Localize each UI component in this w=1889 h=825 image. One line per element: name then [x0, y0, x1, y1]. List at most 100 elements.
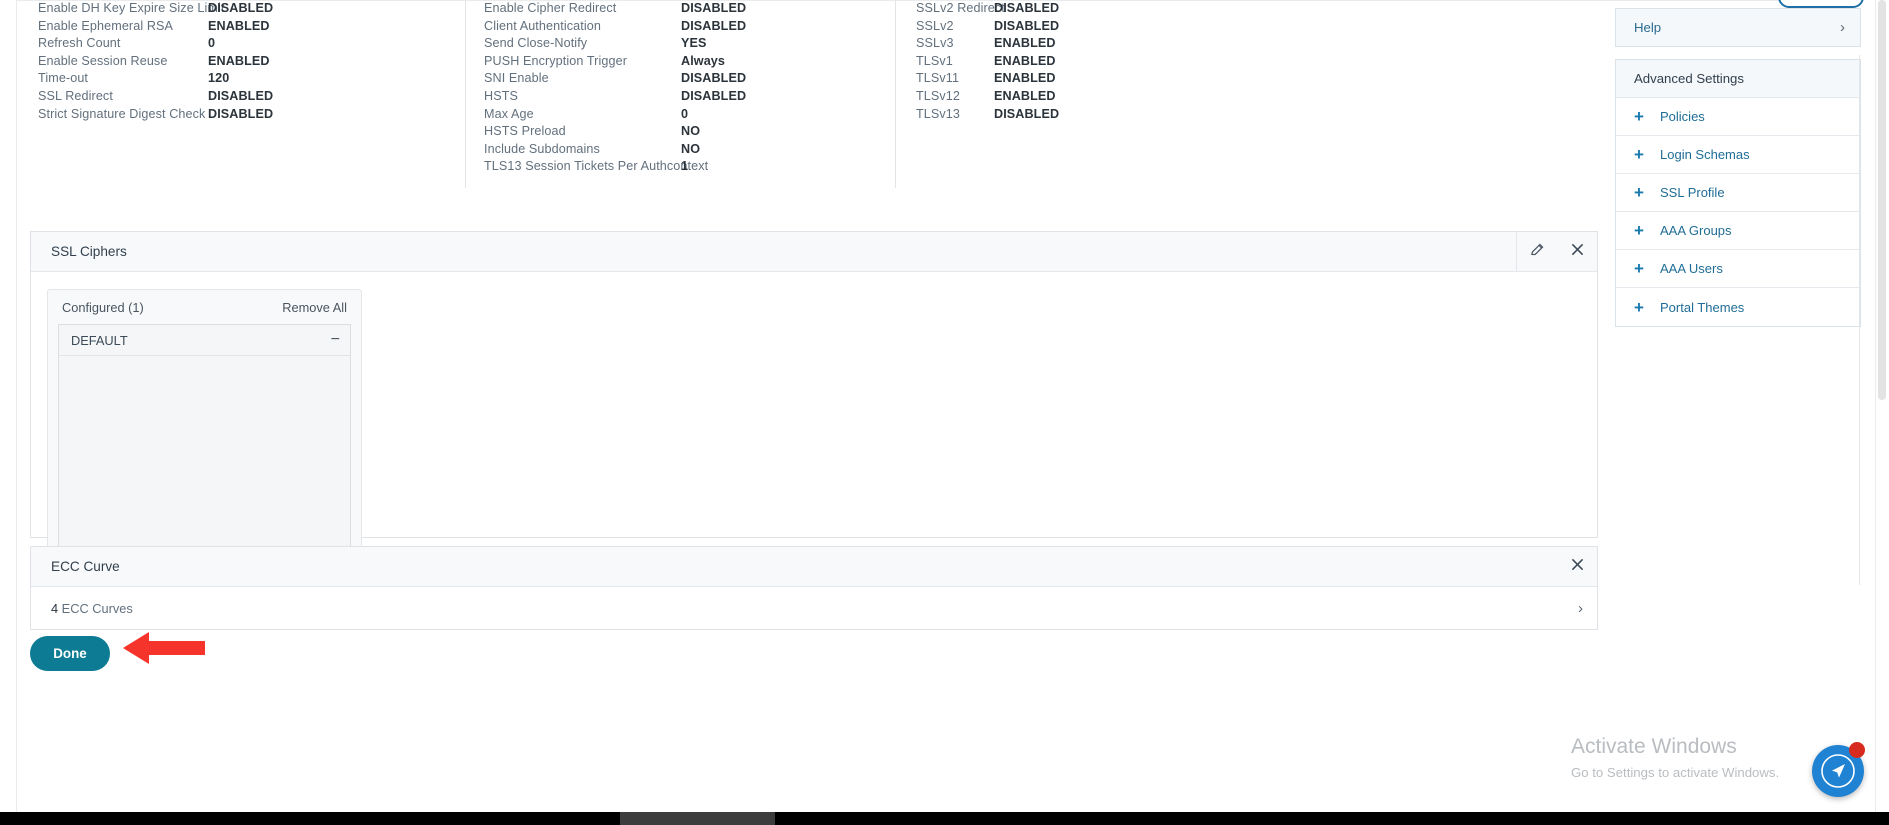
- setting-label: Enable DH Key Expire Size Limit: [38, 1, 225, 15]
- sidebar-item-aaa-users[interactable]: + AAA Users: [1616, 250, 1860, 288]
- activate-windows-watermark: Activate Windows Go to Settings to activ…: [1571, 735, 1821, 780]
- setting-label: TLSv1: [916, 53, 953, 68]
- chevron-right-icon: ›: [1840, 19, 1845, 36]
- setting-row: Send Close-Notify YES: [484, 35, 895, 53]
- sidebar-item-aaa-groups[interactable]: + AAA Groups: [1616, 212, 1860, 250]
- setting-label: Time-out: [38, 71, 89, 86]
- sidebar-item-policies[interactable]: + Policies: [1616, 98, 1860, 136]
- setting-value: ENABLED: [208, 18, 270, 33]
- setting-label: Include Subdomains: [484, 141, 600, 156]
- plus-icon: +: [1634, 183, 1644, 202]
- setting-value: ENABLED: [208, 53, 270, 68]
- right-sidebar: Help › Advanced Settings + Policies + Lo…: [1615, 8, 1861, 327]
- setting-label: SSLv2 Redirect: [916, 1, 1005, 15]
- sidebar-item-label: Login Schemas: [1660, 147, 1750, 162]
- setting-label: TLSv13: [916, 106, 961, 121]
- cipher-list-item[interactable]: DEFAULT −: [59, 325, 350, 356]
- inner-scroll-track[interactable]: [1859, 55, 1860, 585]
- setting-value: DISABLED: [994, 1, 1060, 15]
- ecc-curve-header: ECC Curve: [31, 547, 1597, 587]
- setting-label: TLSv12: [916, 88, 961, 103]
- setting-row: Client Authentication DISABLED: [484, 18, 895, 36]
- setting-row: SSLv2 Redirect DISABLED: [916, 0, 1326, 18]
- ssl-settings-summary: Enable DH Key Expire Size Limit DISABLED…: [18, 0, 1598, 188]
- configured-ciphers-list[interactable]: DEFAULT −: [58, 324, 351, 557]
- taskbar-segment: [620, 812, 775, 825]
- setting-label: Refresh Count: [38, 36, 121, 51]
- setting-row: TLSv13 DISABLED: [916, 106, 1326, 124]
- setting-row: TLSv11 ENABLED: [916, 70, 1326, 88]
- setting-row: Enable DH Key Expire Size Limit DISABLED: [38, 0, 465, 18]
- watermark-subtitle: Go to Settings to activate Windows.: [1571, 765, 1780, 780]
- edit-ssl-ciphers-button[interactable]: [1516, 232, 1557, 271]
- remove-cipher-icon[interactable]: −: [331, 332, 340, 348]
- red-arrow-annotation: [123, 632, 205, 664]
- setting-value: ENABLED: [994, 36, 1056, 51]
- plus-icon: +: [1634, 297, 1644, 317]
- setting-value: DISABLED: [994, 18, 1060, 33]
- chevron-right-icon: ›: [1578, 600, 1583, 617]
- configured-ciphers-header: Configured (1) Remove All: [58, 298, 351, 324]
- setting-row: TLSv12 ENABLED: [916, 88, 1326, 106]
- setting-row: SSLv3 ENABLED: [916, 35, 1326, 53]
- ecc-curve-count-suffix: ECC Curves: [58, 601, 133, 616]
- setting-row: SNI Enable DISABLED: [484, 70, 895, 88]
- pencil-icon: [1530, 242, 1545, 262]
- setting-label: SSL Redirect: [38, 88, 113, 103]
- setting-value: NO: [681, 124, 701, 139]
- setting-row: Strict Signature Digest Check DISABLED: [38, 106, 465, 124]
- remove-all-link[interactable]: Remove All: [282, 300, 347, 315]
- ecc-curve-panel: ECC Curve 4 ECC Curves ›: [30, 546, 1598, 630]
- sidebar-item-label: AAA Users: [1660, 261, 1723, 276]
- setting-value: DISABLED: [681, 1, 747, 15]
- page-scrollbar[interactable]: [1875, 0, 1889, 812]
- setting-label: TLS13 Session Tickets Per Authcontext: [484, 159, 709, 174]
- setting-value: DISABLED: [208, 88, 274, 103]
- sidebar-item-login-schemas[interactable]: + Login Schemas: [1616, 136, 1860, 174]
- plus-icon: +: [1634, 221, 1644, 240]
- plus-icon: +: [1634, 107, 1644, 126]
- help-card[interactable]: Help ›: [1615, 8, 1861, 47]
- close-ssl-ciphers-button[interactable]: [1557, 232, 1597, 271]
- close-icon: [1571, 558, 1584, 576]
- setting-label: Send Close-Notify: [484, 36, 588, 51]
- sidebar-item-ssl-profile[interactable]: + SSL Profile: [1616, 174, 1860, 212]
- ecc-curve-count: 4 ECC Curves: [51, 601, 1578, 616]
- sidebar-item-label: Policies: [1660, 109, 1705, 124]
- setting-label: PUSH Encryption Trigger: [484, 53, 627, 68]
- setting-label: Strict Signature Digest Check: [38, 106, 206, 121]
- setting-label: Client Authentication: [484, 18, 601, 33]
- setting-value: 1: [681, 159, 689, 174]
- setting-label: Max Age: [484, 106, 534, 121]
- plus-icon: +: [1634, 259, 1644, 278]
- setting-value: 120: [208, 71, 230, 86]
- cipher-name: DEFAULT: [71, 332, 128, 348]
- setting-row: Enable Ephemeral RSA ENABLED: [38, 18, 465, 36]
- setting-label: Enable Ephemeral RSA: [38, 18, 174, 33]
- done-button[interactable]: Done: [30, 636, 110, 671]
- setting-value: DISABLED: [208, 1, 274, 15]
- notification-badge: [1849, 742, 1865, 758]
- setting-row: Enable Cipher Redirect DISABLED: [484, 0, 895, 18]
- setting-row: SSL Redirect DISABLED: [38, 88, 465, 106]
- advanced-settings-card: Advanced Settings + Policies + Login Sch…: [1615, 59, 1861, 327]
- watermark-title: Activate Windows: [1571, 735, 1737, 758]
- ssl-ciphers-header: SSL Ciphers: [31, 232, 1597, 272]
- setting-label: SSLv3: [916, 36, 954, 51]
- ecc-curve-title: ECC Curve: [51, 559, 120, 574]
- configured-ciphers-box: Configured (1) Remove All DEFAULT −: [47, 289, 362, 568]
- advanced-settings-title: Advanced Settings: [1616, 60, 1860, 98]
- ecc-curve-row[interactable]: 4 ECC Curves ›: [31, 587, 1597, 630]
- partial-top-button[interactable]: [1778, 0, 1864, 8]
- ssl-ciphers-panel: SSL Ciphers Configured (1) Remove All DE…: [30, 231, 1598, 568]
- setting-value: 0: [208, 36, 216, 51]
- setting-value: ENABLED: [994, 53, 1056, 68]
- sidebar-item-portal-themes[interactable]: + Portal Themes: [1616, 288, 1860, 326]
- setting-label: Enable Cipher Redirect: [484, 1, 617, 15]
- sidebar-item-label: SSL Profile: [1660, 185, 1725, 200]
- setting-value: DISABLED: [994, 106, 1060, 121]
- close-ecc-curve-button[interactable]: [1557, 547, 1597, 586]
- setting-row: TLSv1 ENABLED: [916, 53, 1326, 71]
- page-scrollbar-thumb[interactable]: [1878, 0, 1886, 400]
- setting-row: PUSH Encryption Trigger Always: [484, 53, 895, 71]
